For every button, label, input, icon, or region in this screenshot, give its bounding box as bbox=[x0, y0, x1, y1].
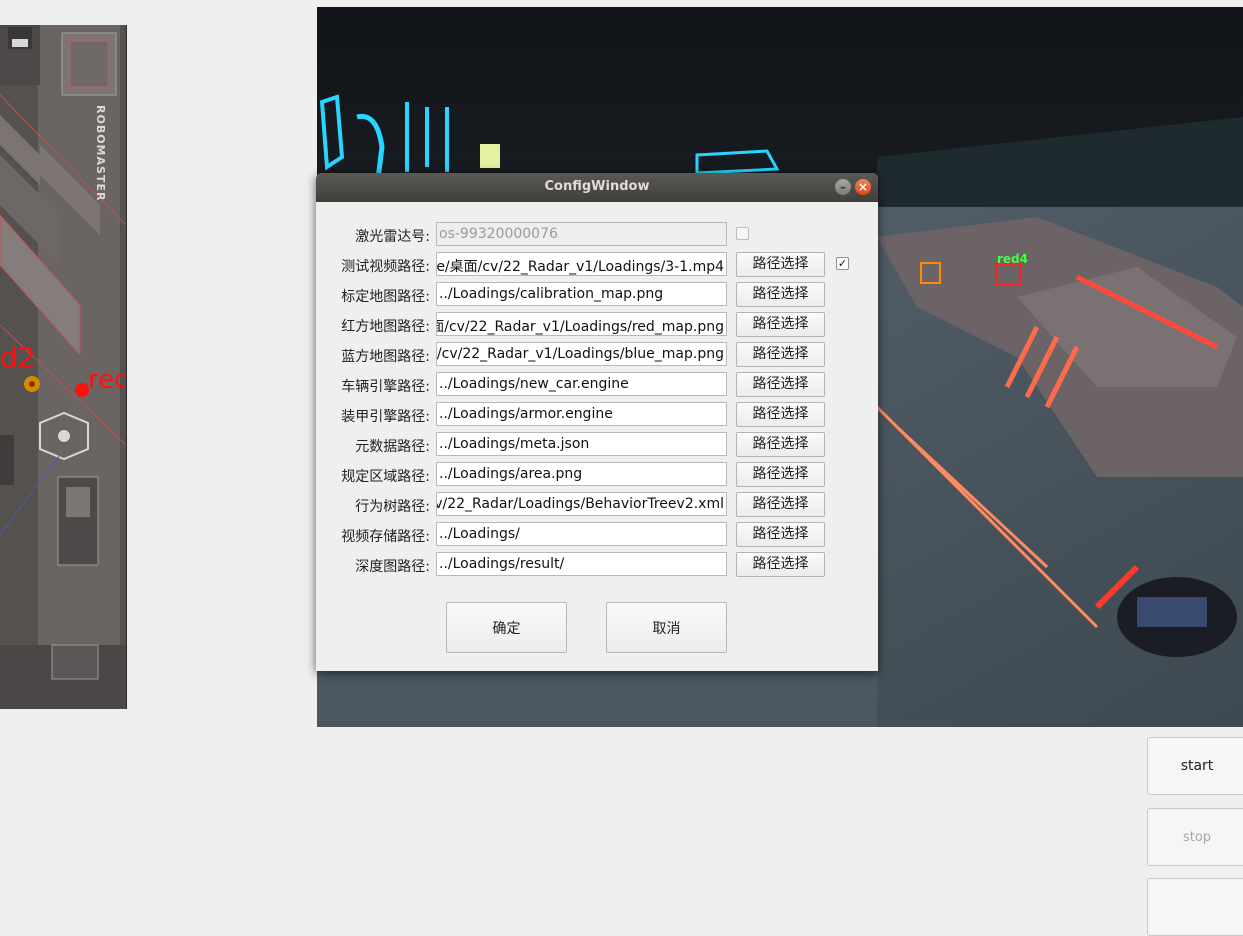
minimap: ROBOMASTER d2 red bbox=[0, 25, 127, 709]
armor-engine-path-field[interactable]: ../Loadings/armor.engine bbox=[436, 402, 727, 426]
minimap-robot-label: red bbox=[88, 365, 127, 395]
browse-button[interactable]: 路径选择 bbox=[736, 252, 825, 277]
area-path-field[interactable]: ../Loadings/area.png bbox=[436, 462, 727, 486]
behavior-tree-path-field[interactable]: cv/22_Radar/Loadings/BehaviorTreev2.xml bbox=[436, 492, 727, 516]
test-video-path-label: 测试视频路径: bbox=[341, 259, 430, 275]
browse-button[interactable]: 路径选择 bbox=[736, 342, 825, 367]
browse-button[interactable]: 路径选择 bbox=[736, 312, 825, 337]
browse-button[interactable]: 路径选择 bbox=[736, 432, 825, 457]
browse-button[interactable]: 路径选择 bbox=[736, 522, 825, 547]
video-save-path-label: 视频存储路径: bbox=[341, 529, 430, 545]
start-button[interactable]: start bbox=[1147, 737, 1243, 795]
close-icon[interactable]: × bbox=[855, 179, 871, 195]
detection-label: red4 bbox=[997, 252, 1028, 266]
browse-button[interactable]: 路径选择 bbox=[736, 552, 825, 577]
minimap-brand-text: ROBOMASTER bbox=[94, 105, 107, 202]
config-dialog: ConfigWindow – × 激光雷达号: os-99320000076 测… bbox=[316, 173, 878, 671]
browse-button[interactable]: 路径选择 bbox=[736, 462, 825, 487]
meta-data-path-label: 元数据路径: bbox=[355, 439, 430, 455]
video-save-path-field[interactable]: ../Loadings/ bbox=[436, 522, 727, 546]
calibration-map-path-field[interactable]: ../Loadings/calibration_map.png bbox=[436, 282, 727, 306]
browse-button[interactable]: 路径选择 bbox=[736, 372, 825, 397]
browse-button[interactable]: 路径选择 bbox=[736, 282, 825, 307]
car-engine-path-field[interactable]: ../Loadings/new_car.engine bbox=[436, 372, 727, 396]
depth-map-path-field[interactable]: ../Loadings/result/ bbox=[436, 552, 727, 576]
area-path-label: 规定区域路径: bbox=[341, 469, 430, 485]
blue-map-path-label: 蓝方地图路径: bbox=[341, 349, 430, 365]
extra-button[interactable] bbox=[1147, 878, 1243, 936]
lidar-id-label: 激光雷达号: bbox=[355, 229, 430, 245]
blue-map-path-field[interactable]: j/cv/22_Radar_v1/Loadings/blue_map.png bbox=[436, 342, 727, 366]
minimap-robot-label: d2 bbox=[0, 341, 36, 374]
lidar-enable-checkbox[interactable] bbox=[736, 227, 749, 240]
meta-data-path-field[interactable]: ../Loadings/meta.json bbox=[436, 432, 727, 456]
armor-engine-path-label: 装甲引擎路径: bbox=[341, 409, 430, 425]
browse-button[interactable]: 路径选择 bbox=[736, 492, 825, 517]
red-map-path-field[interactable]: 面/cv/22_Radar_v1/Loadings/red_map.png bbox=[436, 312, 727, 336]
cancel-button[interactable]: 取消 bbox=[606, 602, 727, 653]
minimize-icon[interactable]: – bbox=[835, 179, 851, 195]
test-video-path-field[interactable]: e/桌面/cv/22_Radar_v1/Loadings/3-1.mp4 bbox=[436, 252, 727, 276]
car-engine-path-label: 车辆引擎路径: bbox=[341, 379, 430, 395]
calibration-map-path-label: 标定地图路径: bbox=[341, 289, 430, 305]
ok-button[interactable]: 确定 bbox=[446, 602, 567, 653]
test-video-enable-checkbox[interactable]: ✓ bbox=[836, 257, 849, 270]
lidar-id-field[interactable]: os-99320000076 bbox=[436, 222, 727, 246]
stop-button[interactable]: stop bbox=[1147, 808, 1243, 866]
browse-button[interactable]: 路径选择 bbox=[736, 402, 825, 427]
dialog-titlebar[interactable]: ConfigWindow – × bbox=[316, 173, 878, 202]
behavior-tree-path-label: 行为树路径: bbox=[355, 499, 430, 515]
depth-map-path-label: 深度图路径: bbox=[355, 559, 430, 575]
dialog-title: ConfigWindow bbox=[544, 179, 650, 194]
red-map-path-label: 红方地图路径: bbox=[341, 319, 430, 335]
